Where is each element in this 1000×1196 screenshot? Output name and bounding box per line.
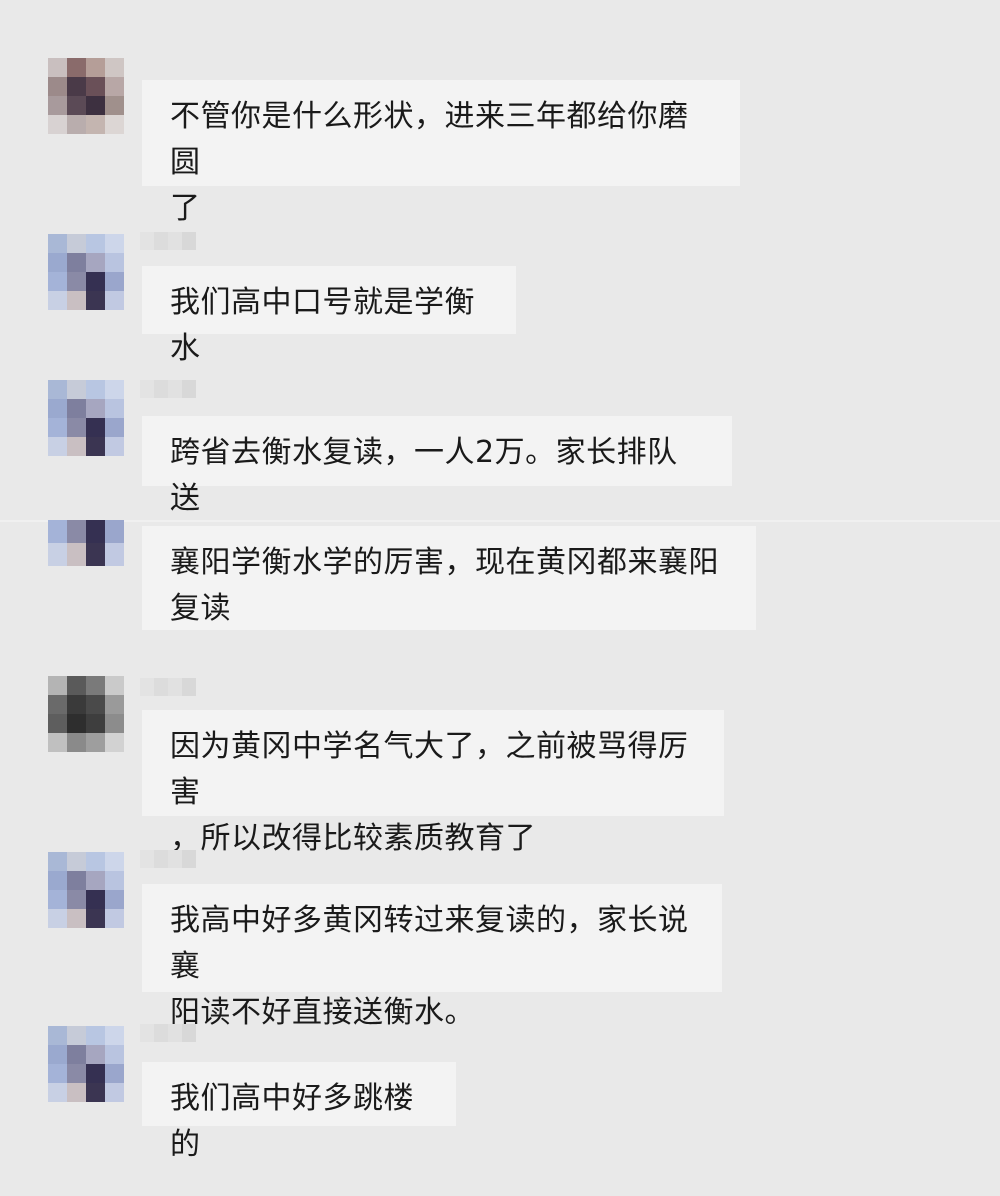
avatar[interactable] [48, 234, 124, 310]
message-bubble[interactable]: 我高中好多黄冈转过来复读的，家长说襄 阳读不好直接送衡水。 [142, 884, 722, 1030]
message-bubble[interactable]: 因为黄冈中学名气大了，之前被骂得厉害 ，所以改得比较素质教育了 [142, 710, 724, 856]
avatar[interactable] [48, 676, 124, 752]
sender-name-blurred [140, 850, 196, 868]
message-bubble[interactable]: 襄阳学衡水学的厉害，现在黄冈都来襄阳 复读 [142, 526, 756, 630]
message-bubble[interactable]: 跨省去衡水复读，一人2万。家长排队送 [142, 416, 732, 516]
sender-name-blurred [140, 380, 196, 398]
message-bubble[interactable]: 不管你是什么形状，进来三年都给你磨圆 了 [142, 80, 740, 226]
avatar[interactable] [48, 380, 124, 456]
avatar[interactable] [48, 520, 124, 566]
avatar[interactable] [48, 1026, 124, 1102]
message-bubble[interactable]: 我们高中口号就是学衡水 [142, 266, 516, 366]
avatar[interactable] [48, 852, 124, 928]
sender-name-blurred [140, 678, 196, 696]
divider [0, 520, 1000, 522]
sender-name-blurred [140, 1024, 196, 1042]
sender-name-blurred [140, 232, 196, 250]
avatar[interactable] [48, 58, 124, 134]
chat-history: 不管你是什么形状，进来三年都给你磨圆 了 我们高中口号就是学衡水 跨省去衡水复读… [0, 0, 1000, 1196]
message-bubble[interactable]: 我们高中好多跳楼的 [142, 1062, 456, 1162]
